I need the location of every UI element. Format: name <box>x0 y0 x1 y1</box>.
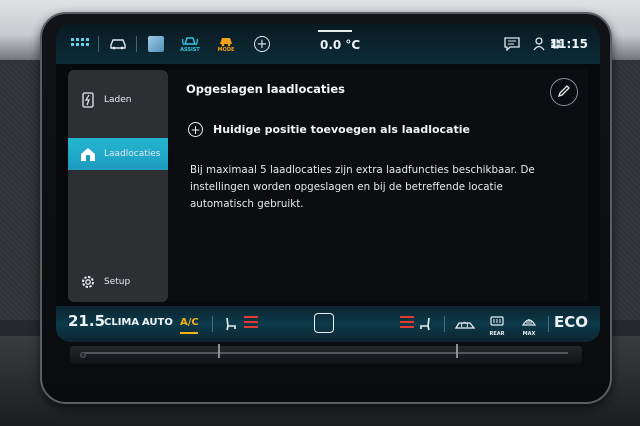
charge-icon <box>80 92 96 108</box>
climate-divider <box>548 316 549 332</box>
car-icon[interactable] <box>108 34 128 54</box>
sidebar-item-laden[interactable]: Laden <box>68 84 168 116</box>
sidebar-item-label: Laadlocaties <box>104 149 161 159</box>
charging-location-icon <box>80 146 96 162</box>
status-divider <box>136 36 137 52</box>
slider-tick <box>456 344 458 358</box>
add-circle-icon: + <box>188 122 203 137</box>
mode-label: MODE <box>217 47 235 53</box>
status-bar: ASSIST MODE + 0.0 °C 11:15 <box>56 24 600 64</box>
rear-label: REAR <box>489 331 505 337</box>
slider-tick <box>218 344 220 358</box>
message-icon[interactable] <box>502 34 522 54</box>
rear-defrost-button[interactable]: REAR <box>486 312 508 337</box>
description-text: Bij maximaal 5 laadlocaties zijn extra l… <box>190 164 535 210</box>
seat-heat-right-icon[interactable] <box>418 316 432 336</box>
sidebar: Laden Laadlocaties Setup <box>68 70 168 302</box>
air-recirculation-icon[interactable] <box>454 317 476 336</box>
status-divider <box>98 36 99 52</box>
outside-temperature: 0.0 °C <box>320 38 361 52</box>
infotainment-screen: ASSIST MODE + 0.0 °C 11:15 Laden Laadloc… <box>56 24 600 342</box>
add-location-label: Huidige positie toevoegen als laadlocati… <box>213 123 470 136</box>
home-button[interactable] <box>314 313 334 333</box>
add-location-button[interactable]: + Huidige positie toevoegen als laadloca… <box>188 122 470 137</box>
add-icon[interactable]: + <box>252 34 272 54</box>
sidebar-item-label: Laden <box>104 95 132 105</box>
gear-icon <box>80 274 96 290</box>
temperature-value[interactable]: 21.5 <box>68 312 105 330</box>
climate-divider <box>444 316 445 332</box>
temp-indicator-bar <box>318 30 352 32</box>
eco-button[interactable]: ECO <box>554 313 588 331</box>
sidebar-item-setup[interactable]: Setup <box>68 266 168 298</box>
mode-icon[interactable]: MODE <box>216 34 236 54</box>
apps-grid-icon[interactable] <box>70 34 90 54</box>
seat-heat-left-level <box>244 316 258 330</box>
pencil-icon <box>557 83 571 102</box>
assist-label: ASSIST <box>180 47 200 53</box>
ac-button[interactable]: A/C <box>180 317 199 328</box>
screen-chin <box>70 346 582 364</box>
page-title: Opgeslagen laadlocaties <box>186 82 346 96</box>
clima-button[interactable]: CLIMA <box>104 317 139 328</box>
clock: 11:15 <box>549 37 588 51</box>
sidebar-item-laadlocaties[interactable]: Laadlocaties <box>68 138 168 170</box>
seat-heat-right-level <box>400 316 414 330</box>
assist-icon[interactable]: ASSIST <box>180 34 200 54</box>
media-icon[interactable] <box>146 34 166 54</box>
light-sensor <box>80 352 86 358</box>
edit-button[interactable] <box>550 78 578 106</box>
climate-divider <box>212 316 213 332</box>
chin-highlight <box>84 352 568 354</box>
main-panel: Opgeslagen laadlocaties + Huidige positi… <box>168 70 588 302</box>
max-defrost-button[interactable]: MAX <box>518 312 540 337</box>
climate-bar: 21.5 CLIMA AUTO A/C REAR MAX ECO <box>56 306 600 342</box>
auto-button[interactable]: AUTO <box>142 317 173 328</box>
sidebar-item-label: Setup <box>104 277 131 287</box>
ac-active-indicator <box>180 332 198 334</box>
seat-heat-left-icon[interactable] <box>224 316 238 336</box>
max-label: MAX <box>522 331 536 337</box>
